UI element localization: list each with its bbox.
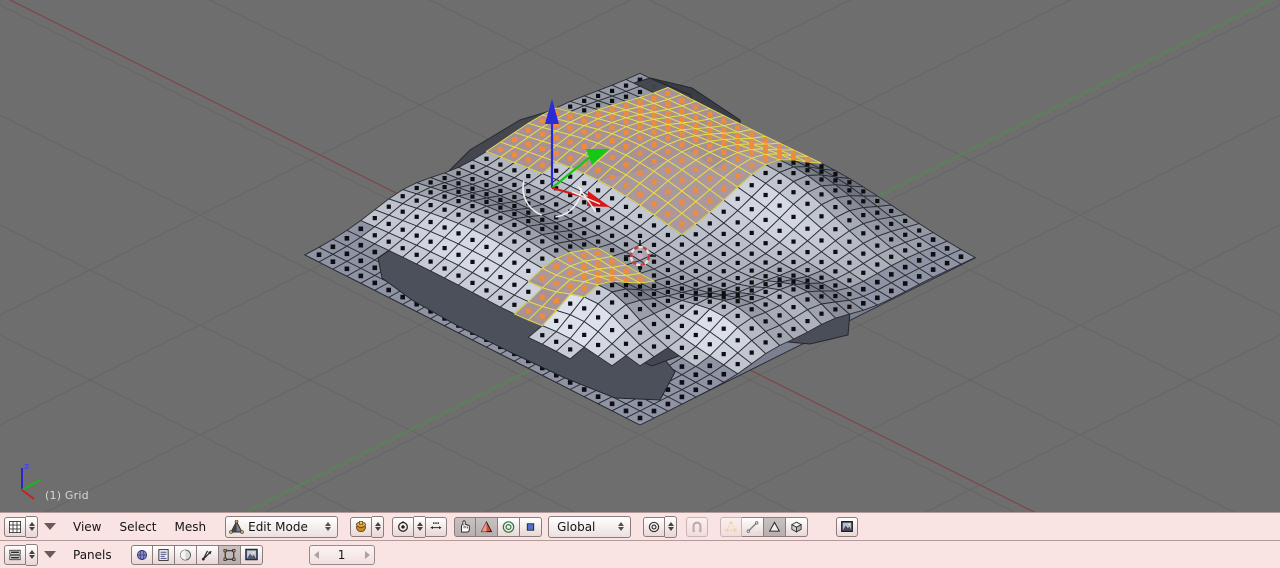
mode-dropdown-spinner[interactable] (321, 522, 334, 531)
frame-number-value: 1 (337, 547, 346, 562)
viewport-canvas[interactable] (0, 0, 1280, 512)
rotate-view-icon (398, 521, 409, 532)
widget-scale-icon (430, 522, 442, 530)
panel-scene-button[interactable] (240, 544, 263, 565)
panel-shading-button[interactable] (130, 544, 153, 565)
draw-type-spinner[interactable] (372, 515, 385, 538)
panel-context-group[interactable] (130, 544, 263, 565)
widget-scale-button[interactable] (425, 516, 448, 537)
vertex-select-icon (725, 520, 737, 532)
scene-render-icon (244, 548, 258, 561)
transform-orientation-value: Global (557, 519, 596, 534)
draw-type-solid-icon (356, 521, 366, 533)
constraints-icon (201, 550, 212, 561)
editor-type-spinner[interactable] (26, 515, 38, 538)
square-icon (526, 522, 535, 531)
mode-dropdown[interactable]: Edit Mode (225, 515, 339, 538)
render-button[interactable] (836, 516, 859, 537)
buttons-editor-type-spinner[interactable] (26, 543, 38, 566)
snap-magnet-icon (692, 521, 702, 532)
manipulator-extra-button[interactable] (520, 516, 543, 537)
buttons-window-header[interactable]: Panels 1 (0, 540, 1280, 568)
view3d-header[interactable]: View Select Mesh Edit Mode Global (0, 512, 1280, 540)
edge-select-icon (746, 520, 759, 533)
buttons-editor-type-button[interactable] (4, 544, 26, 565)
draw-type-button[interactable] (350, 516, 373, 537)
render-image-icon (841, 521, 854, 532)
pivot-median-icon (648, 521, 660, 532)
grid-editor-icon (9, 520, 21, 533)
edge-select-button[interactable] (742, 516, 765, 537)
shading-globe-icon (136, 549, 147, 560)
triangle-rotate-icon (480, 520, 493, 532)
face-select-icon (768, 520, 781, 532)
active-object-name: (1) Grid (45, 489, 89, 502)
shading-material-icon (179, 549, 191, 560)
menu-mesh[interactable]: Mesh (166, 520, 216, 534)
panel-constraints-button[interactable] (196, 544, 219, 565)
panel-material-button[interactable] (174, 544, 197, 565)
rotate-view-spinner[interactable] (414, 515, 426, 538)
editor-type-button[interactable] (4, 516, 26, 537)
menu-panels[interactable]: Panels (64, 548, 121, 562)
select-mode-group[interactable] (720, 516, 809, 537)
translate-manipulator-button[interactable] (454, 516, 477, 537)
menu-view[interactable]: View (64, 520, 110, 534)
3d-viewport[interactable]: z (1) Grid (0, 0, 1280, 512)
transform-orientation-dropdown[interactable]: Global (548, 515, 632, 538)
mode-dropdown-value: Edit Mode (248, 519, 308, 534)
arrow-right-icon[interactable] (364, 550, 370, 559)
panel-object-button[interactable] (152, 544, 175, 565)
panels-chevron-down-icon[interactable] (44, 551, 56, 558)
panel-editing-button[interactable] (218, 544, 241, 565)
buttons-editor-icon (9, 549, 21, 560)
object-script-icon (158, 548, 169, 561)
face-select-button[interactable] (764, 516, 787, 537)
circle-scale-icon (502, 520, 515, 533)
scale-manipulator-button[interactable] (498, 516, 521, 537)
editing-mesh-icon (223, 548, 236, 561)
blender-window: z (1) Grid View Select Mesh Edit Mode Gl… (0, 0, 1280, 568)
pivot-spinner[interactable] (665, 515, 678, 538)
chevron-down-icon[interactable] (44, 523, 56, 530)
arrow-left-icon[interactable] (313, 550, 319, 559)
rotate-view-button[interactable] (392, 516, 415, 537)
axis-gizmo-z-label: z (24, 462, 30, 472)
vertex-select-button[interactable] (720, 516, 743, 537)
pivot-button[interactable] (643, 516, 666, 537)
occlude-cube-icon (791, 521, 803, 533)
hand-translate-icon (461, 520, 470, 533)
menu-select[interactable]: Select (110, 520, 165, 534)
manipulator-button-group[interactable] (454, 516, 543, 537)
transform-orientation-spinner[interactable] (614, 522, 627, 531)
edit-mode-icon (229, 519, 244, 534)
occlude-button[interactable] (786, 516, 809, 537)
rotate-manipulator-button[interactable] (476, 516, 499, 537)
snap-button[interactable] (686, 516, 709, 537)
frame-number-field[interactable]: 1 (308, 544, 375, 565)
